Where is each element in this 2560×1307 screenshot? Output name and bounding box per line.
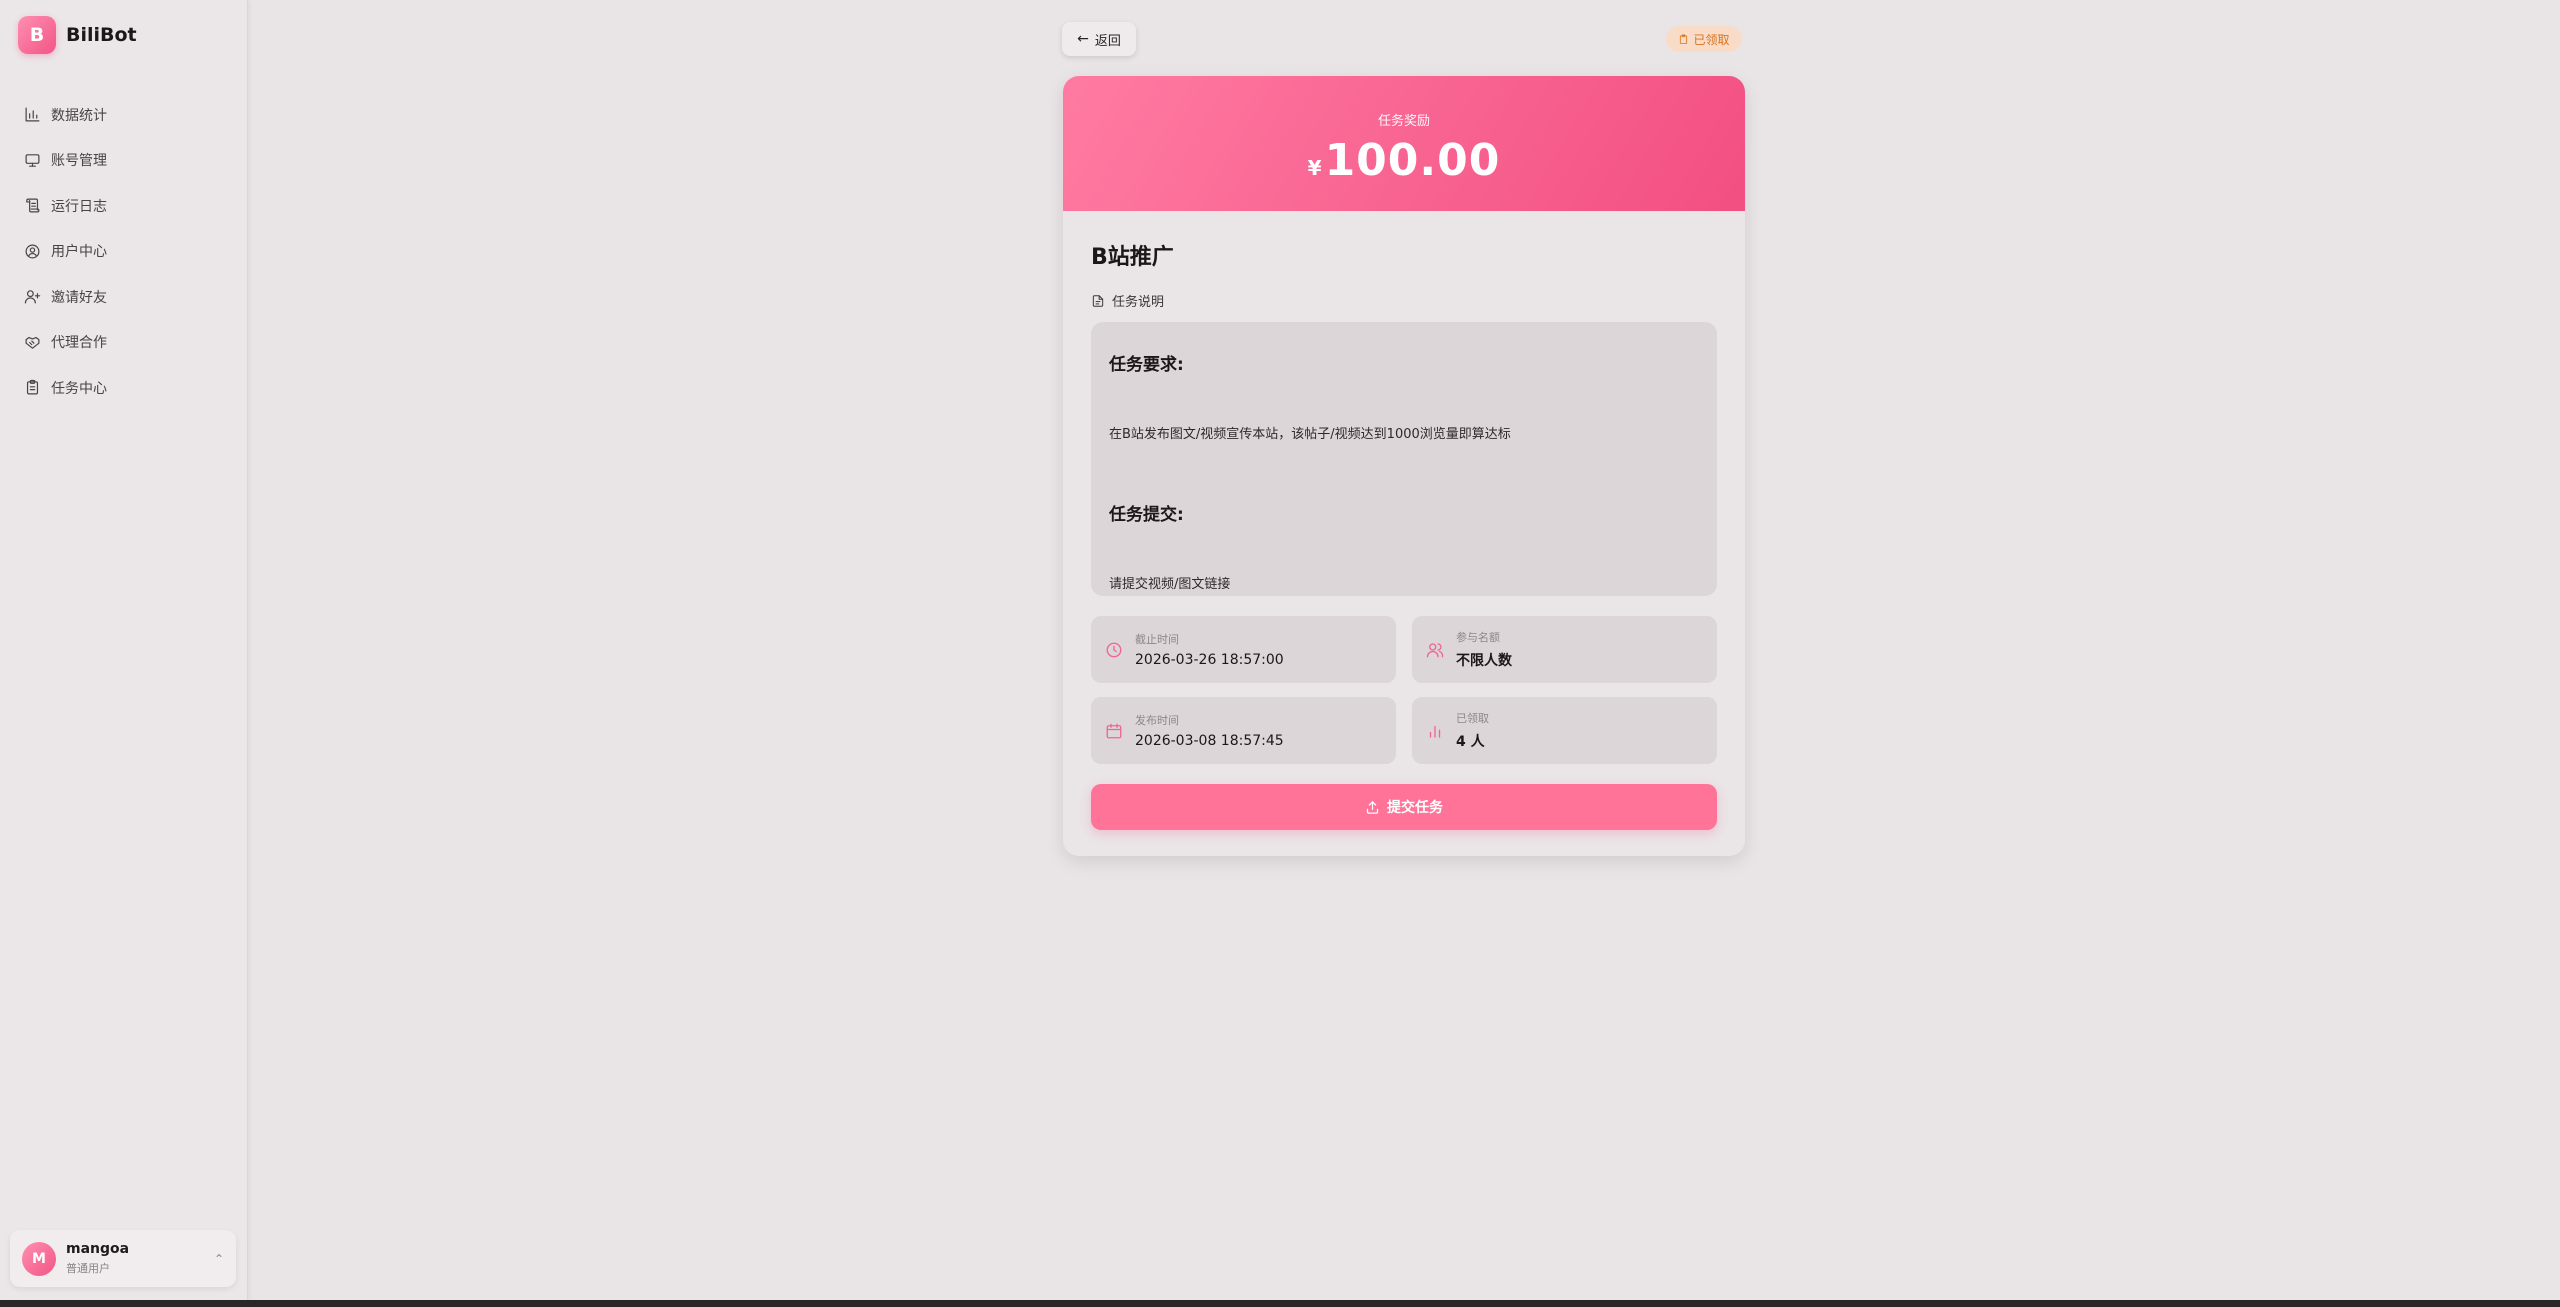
sidebar-item-tasks[interactable]: 任务中心	[14, 365, 234, 411]
deadline-value: 2026-03-26 18:57:00	[1135, 652, 1284, 668]
back-button-label: 返回	[1094, 33, 1121, 49]
deadline-label: 截止时间	[1135, 633, 1179, 646]
submit-heading: 任务提交:	[1109, 505, 1184, 525]
reward-amount: ¥100.00	[1063, 135, 1745, 186]
users-icon	[1426, 642, 1444, 657]
bar-chart-icon	[1429, 725, 1441, 738]
upload-icon	[1366, 800, 1379, 814]
reward-value: 100.00	[1324, 135, 1501, 186]
clipboard-icon	[1680, 34, 1688, 44]
quota-value: 不限人数	[1456, 653, 1512, 669]
brand[interactable]: B BiliBot	[18, 16, 137, 54]
monitor-icon	[25, 153, 40, 167]
desc-label-text: 任务说明	[1112, 295, 1165, 310]
currency-symbol: ¥	[1307, 156, 1323, 180]
sidebar-item-agency[interactable]: 代理合作	[14, 320, 234, 366]
sidebar-item-label: 数据统计	[51, 107, 107, 124]
task-card: 任务奖励 ¥100.00 B站推广 任务说明 任务要求: 在B站发布图文/视频宣…	[1063, 76, 1745, 856]
status-badge-label: 已领取	[1693, 32, 1730, 47]
sidebar-item-stats[interactable]: 数据统计	[14, 92, 234, 138]
sidebar-item-label: 运行日志	[51, 198, 107, 215]
brand-logo: B	[18, 16, 56, 54]
quota-info: 参与名额 不限人数	[1412, 616, 1717, 683]
document-icon	[1092, 294, 1104, 307]
arrow-left-icon: ←	[1077, 31, 1089, 47]
reward-banner: 任务奖励 ¥100.00	[1063, 76, 1745, 211]
brand-name: BiliBot	[66, 24, 137, 46]
published-info: 发布时间 2026-03-08 18:57:45	[1091, 697, 1396, 764]
sidebar-item-logs[interactable]: 运行日志	[14, 183, 234, 229]
status-badge: 已领取	[1666, 26, 1742, 52]
task-description-label: 任务说明	[1091, 291, 1717, 310]
submit-task-button[interactable]: 提交任务	[1091, 784, 1717, 830]
sidebar-nav: 数据统计 账号管理 运行日志 用户中心 邀请好友 代理合作 任务中心	[14, 92, 234, 411]
task-description: 任务要求: 在B站发布图文/视频宣传本站，该帖子/视频达到1000浏览量即算达标…	[1091, 322, 1717, 596]
sidebar-item-label: 任务中心	[51, 380, 107, 397]
claimed-value: 4 人	[1456, 734, 1485, 750]
user-role: 普通用户	[66, 1262, 110, 1275]
calendar-icon	[1106, 723, 1122, 738]
task-body: B站推广 任务说明 任务要求: 在B站发布图文/视频宣传本站，该帖子/视频达到1…	[1063, 211, 1745, 830]
sidebar: B BiliBot 数据统计 账号管理 运行日志 用户中心 邀请好友 代理合作	[0, 0, 248, 1300]
reward-label: 任务奖励	[1377, 114, 1430, 129]
requirement-heading: 任务要求:	[1109, 355, 1184, 375]
user-menu[interactable]: M mangoa 普通用户 ⌃	[10, 1230, 236, 1287]
deadline-info: 截止时间 2026-03-26 18:57:00	[1091, 616, 1396, 683]
user-circle-icon	[25, 244, 40, 259]
user-info: mangoa 普通用户	[66, 1241, 214, 1276]
bar-chart-icon	[25, 107, 40, 122]
chevron-up-icon[interactable]: ⌃	[214, 1252, 224, 1266]
user-name: mangoa	[66, 1241, 130, 1257]
back-button[interactable]: ← 返回	[1062, 22, 1136, 56]
sidebar-item-label: 账号管理	[51, 153, 107, 170]
quota-label: 参与名额	[1456, 631, 1500, 644]
handshake-icon	[25, 336, 40, 349]
taskbar	[0, 1300, 2560, 1307]
sidebar-item-invite[interactable]: 邀请好友	[14, 274, 234, 320]
published-label: 发布时间	[1135, 714, 1179, 727]
requirement-text: 在B站发布图文/视频宣传本站，该帖子/视频达到1000浏览量即算达标	[1109, 427, 1511, 442]
task-info-grid: 截止时间 2026-03-26 18:57:00 参与名额 不限人数 发布时间 …	[1091, 616, 1717, 764]
scroll-icon	[26, 198, 40, 213]
submit-task-label: 提交任务	[1387, 800, 1443, 816]
user-plus-icon	[24, 290, 41, 304]
published-value: 2026-03-08 18:57:45	[1135, 733, 1284, 749]
submit-text: 请提交视频/图文链接	[1109, 577, 1231, 592]
claimed-label: 已领取	[1456, 712, 1489, 725]
sidebar-item-label: 用户中心	[51, 244, 107, 261]
sidebar-item-accounts[interactable]: 账号管理	[14, 138, 234, 184]
claimed-info: 已领取 4 人	[1412, 697, 1717, 764]
clipboard-icon	[26, 380, 39, 395]
sidebar-item-label: 代理合作	[51, 335, 107, 352]
clock-icon	[1106, 642, 1122, 657]
avatar: M	[22, 1241, 56, 1276]
task-title: B站推广	[1091, 245, 1174, 270]
sidebar-item-label: 邀请好友	[51, 289, 107, 306]
sidebar-item-user-center[interactable]: 用户中心	[14, 229, 234, 275]
